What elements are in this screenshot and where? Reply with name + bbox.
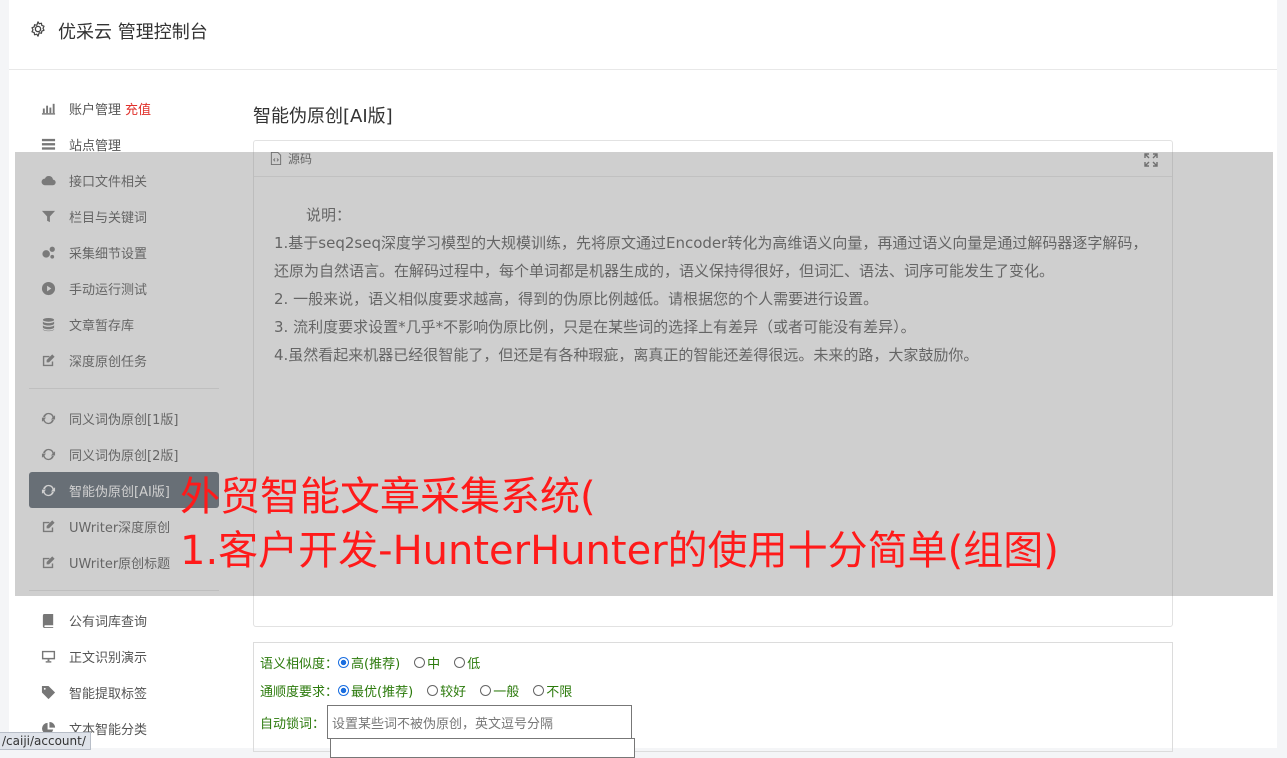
app-title: 优采云 管理控制台	[58, 22, 208, 43]
bar-chart-icon	[39, 99, 57, 117]
radio[interactable]	[480, 685, 492, 696]
sidebar-item-text-recognition[interactable]: 正文识别演示	[29, 638, 219, 674]
page-title: 智能伪原创[AI版]	[253, 106, 393, 127]
fluency-option-any[interactable]: 不限	[533, 681, 572, 700]
fluency-row: 通顺度要求： 最优(推荐) 较好 一般 不限	[260, 681, 586, 700]
similarity-row: 语义相似度： 高(推荐) 中 低	[260, 653, 494, 672]
option-label: 一般	[493, 685, 520, 700]
sidebar-item-account[interactable]: 账户管理 充值	[29, 90, 219, 126]
radio[interactable]	[533, 685, 545, 696]
tag-icon	[39, 683, 57, 701]
recharge-link[interactable]: 充值	[125, 99, 151, 118]
fluency-label: 通顺度要求：	[260, 685, 339, 700]
sidebar-item-extract-tags[interactable]: 智能提取标签	[29, 674, 219, 710]
option-label: 中	[427, 657, 441, 672]
lock-row: 自动锁词： 设置某些词不被伪原创，英文逗号分隔	[260, 705, 633, 739]
fluency-option-good[interactable]: 较好	[427, 681, 466, 700]
option-label: 不限	[546, 685, 573, 700]
sidebar-item-label: 智能提取标签	[69, 686, 148, 702]
radio[interactable]	[427, 685, 439, 696]
similarity-option-high[interactable]: 高(推荐)	[338, 653, 400, 672]
radio[interactable]	[454, 657, 466, 668]
similarity-option-low[interactable]: 低	[454, 653, 480, 672]
fluency-option-best[interactable]: 最优(推荐)	[338, 681, 413, 700]
radio[interactable]	[338, 657, 350, 668]
sidebar-item-label: 正文识别演示	[69, 650, 148, 666]
gear-icon	[31, 21, 45, 37]
second-input[interactable]	[330, 738, 635, 758]
radio[interactable]	[414, 657, 426, 668]
monitor-icon	[39, 647, 57, 665]
list-icon	[39, 135, 57, 153]
book-icon	[39, 611, 57, 629]
sidebar-item-label: 公有词库查询	[69, 614, 148, 630]
header: 优采云 管理控制台	[9, 0, 1277, 70]
radio[interactable]	[338, 685, 350, 696]
fluency-option-normal[interactable]: 一般	[480, 681, 519, 700]
lock-words-input[interactable]: 设置某些词不被伪原创，英文逗号分隔	[327, 705, 633, 739]
sidebar-item-public-thesaurus[interactable]: 公有词库查询	[29, 602, 219, 638]
option-label: 高(推荐)	[351, 657, 401, 672]
watermark-text: 外贸智能文章采集系统( 1.客户开发-HunterHunter的使用十分简单(组…	[180, 470, 1059, 578]
similarity-label: 语义相似度：	[260, 657, 339, 672]
similarity-option-mid[interactable]: 中	[414, 653, 440, 672]
option-label: 低	[467, 657, 481, 672]
lock-label: 自动锁词：	[260, 716, 326, 732]
sidebar-item-label: 站点管理	[69, 138, 122, 154]
status-bar-url: /caiji/account/	[0, 732, 91, 750]
watermark-line: 外贸智能文章采集系统(	[180, 474, 596, 520]
settings-form: 语义相似度： 高(推荐) 中 低 通顺度要求： 最优(推荐) 较好 一般 不限 …	[253, 642, 1173, 752]
watermark-line: 1.客户开发-HunterHunter的使用十分简单(组图)	[180, 528, 1059, 574]
sidebar-item-label: 账户管理	[69, 102, 122, 118]
option-label: 最优(推荐)	[351, 685, 414, 700]
option-label: 较好	[440, 685, 467, 700]
